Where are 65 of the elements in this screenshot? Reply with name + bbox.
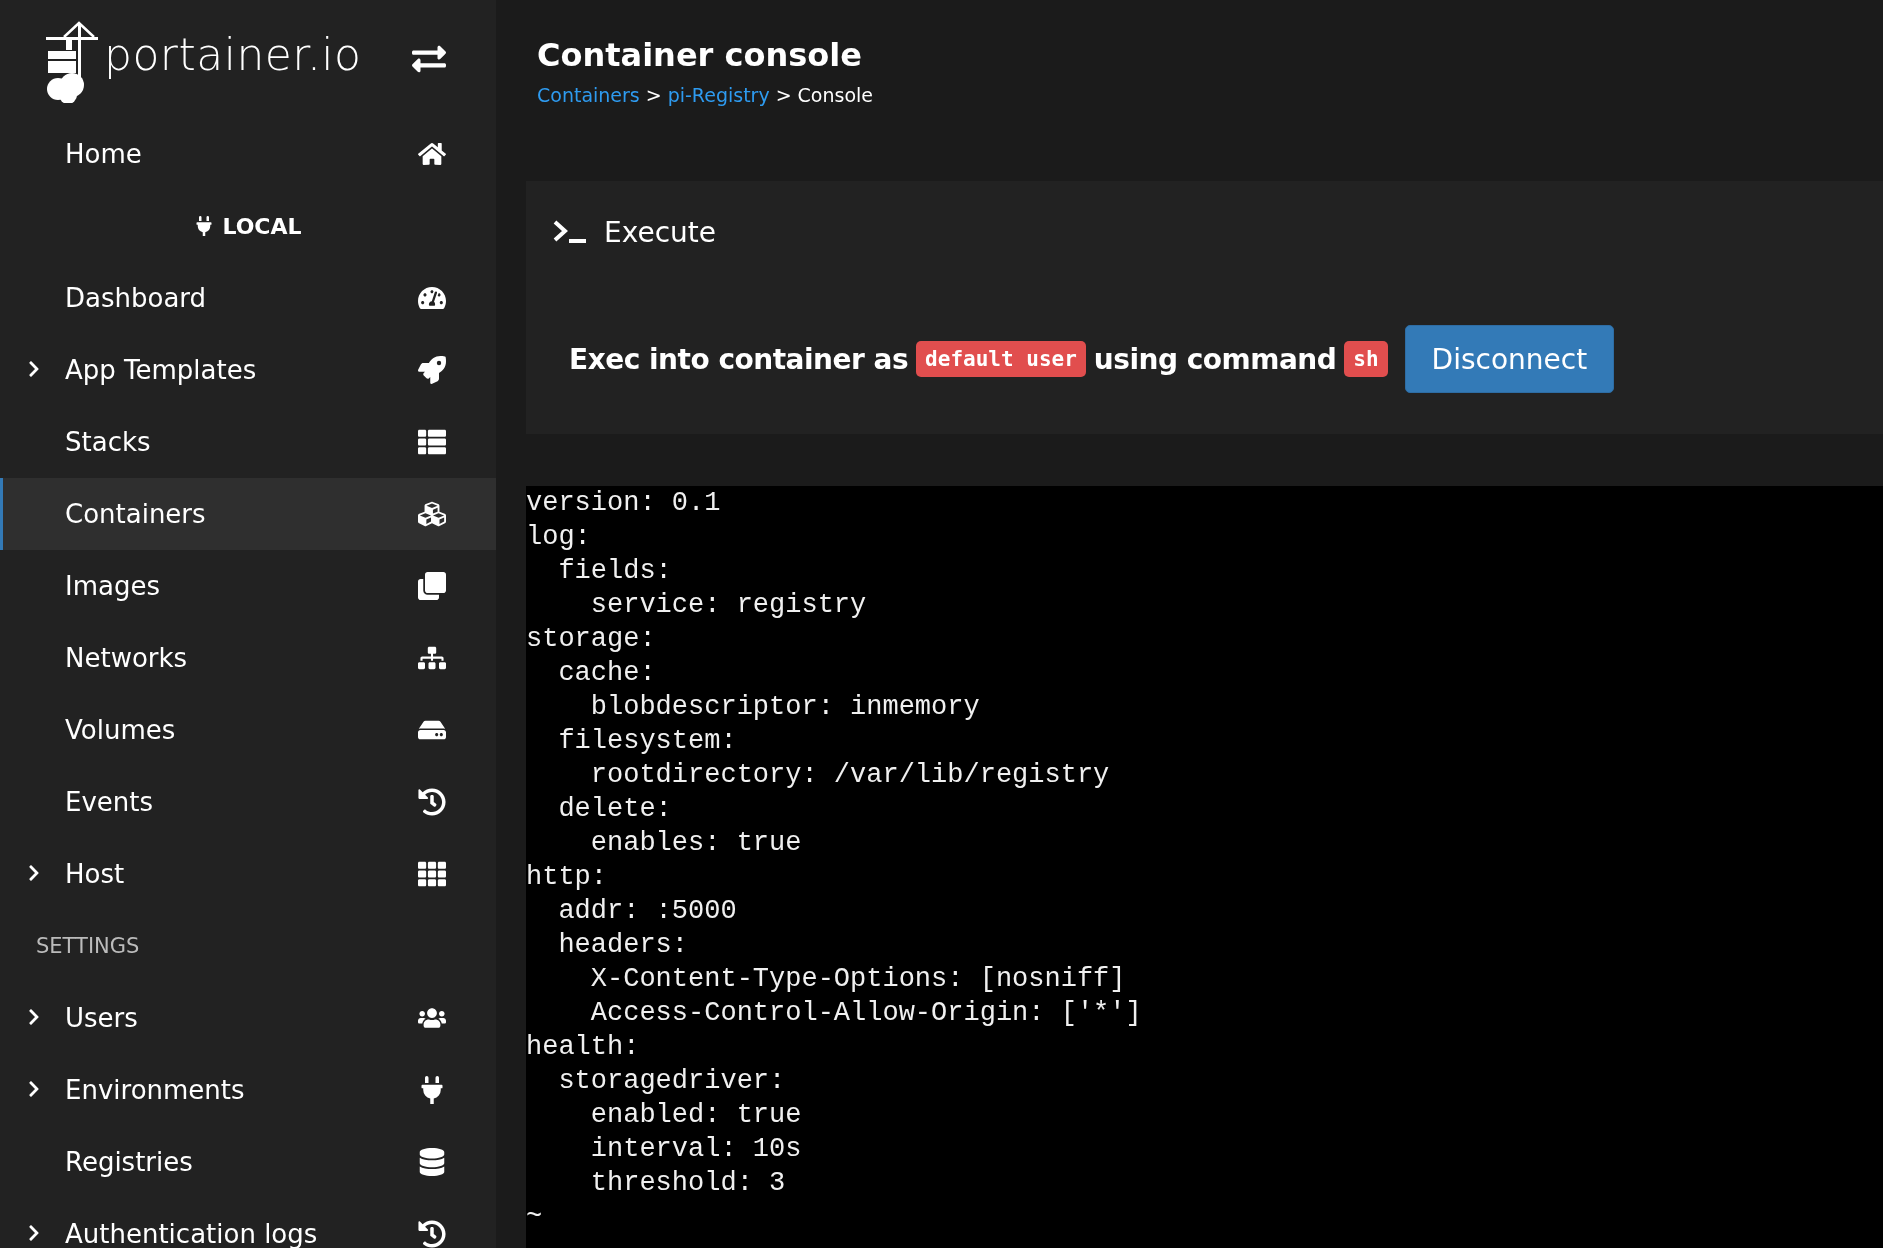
list-icon bbox=[418, 428, 446, 456]
terminal-line: fields: bbox=[557, 555, 673, 588]
sidebar-item[interactable]: Volumes bbox=[0, 694, 496, 766]
terminal-line: service: registry bbox=[589, 589, 868, 622]
terminal[interactable] bbox=[526, 486, 1883, 1248]
exec-text: using command bbox=[1093, 342, 1337, 376]
sidebar-item[interactable]: Users bbox=[0, 982, 496, 1054]
terminal-line: ~ bbox=[526, 1201, 544, 1234]
section-heading: SETTINGS bbox=[35, 933, 141, 960]
terminal-line: Access-Control-Allow-Origin: ['*'] bbox=[589, 997, 1143, 1030]
gauge-icon bbox=[418, 284, 446, 312]
user-code: default user bbox=[916, 341, 1086, 377]
logo-text: portainer.io bbox=[104, 33, 362, 77]
cubes-icon bbox=[418, 500, 446, 528]
disconnect-button[interactable]: Disconnect bbox=[1404, 325, 1615, 393]
terminal-line: log: bbox=[526, 521, 592, 554]
sidebar-item[interactable]: Events bbox=[0, 766, 496, 838]
copy-icon bbox=[418, 572, 446, 600]
history-icon bbox=[418, 1220, 446, 1248]
breadcrumb-link[interactable]: pi-Registry bbox=[667, 84, 770, 106]
sitemap-icon bbox=[418, 644, 446, 672]
breadcrumb-separator: > bbox=[775, 84, 792, 106]
rocket-icon bbox=[418, 356, 446, 384]
grid-icon bbox=[418, 860, 446, 888]
exec-text: Exec into container as bbox=[569, 342, 909, 376]
environment-label: LOCAL bbox=[222, 213, 302, 239]
terminal-line: delete: bbox=[557, 793, 673, 826]
terminal-line: http: bbox=[526, 861, 608, 894]
sidebar-item[interactable]: Registries bbox=[0, 1126, 496, 1198]
sidebar-item[interactable]: Containers bbox=[0, 478, 496, 550]
terminal-line: cache: bbox=[557, 657, 657, 690]
terminal-line: addr: :5000 bbox=[557, 895, 738, 928]
terminal-line: health: bbox=[526, 1031, 641, 1064]
sidebar-item[interactable]: Authentication logs bbox=[0, 1198, 496, 1248]
sidebar-item[interactable]: Dashboard bbox=[0, 262, 496, 334]
sidebar-item[interactable]: Environments bbox=[0, 1054, 496, 1126]
panel-title: Execute bbox=[604, 215, 716, 249]
sidebar-item[interactable]: Images bbox=[0, 550, 496, 622]
terminal-line: headers: bbox=[557, 929, 690, 962]
terminal-line: rootdirectory: /var/lib/registry bbox=[589, 759, 1111, 792]
sidebar-item[interactable]: Home bbox=[0, 118, 496, 190]
database-icon bbox=[418, 1148, 446, 1176]
page-title: Container console bbox=[537, 36, 862, 74]
breadcrumb-current: Console bbox=[797, 84, 873, 106]
sidebar-item[interactable]: App Templates bbox=[0, 334, 496, 406]
terminal-line: version: 0.1 bbox=[526, 487, 722, 520]
sidebar-item[interactable]: Networks bbox=[0, 622, 496, 694]
terminal-line: interval: 10s bbox=[589, 1133, 803, 1166]
terminal-line: storage: bbox=[526, 623, 657, 656]
terminal-line: filesystem: bbox=[557, 725, 738, 758]
terminal-line: X-Content-Type-Options: [nosniff] bbox=[589, 963, 1127, 996]
command-code: sh bbox=[1344, 341, 1388, 377]
sidebar-item[interactable]: Stacks bbox=[0, 406, 496, 478]
terminal-line: enables: true bbox=[589, 827, 803, 860]
plug-icon bbox=[194, 216, 215, 236]
breadcrumb-link[interactable]: Containers bbox=[537, 84, 640, 106]
terminal-line: threshold: 3 bbox=[589, 1167, 787, 1200]
home-icon bbox=[418, 140, 446, 168]
history-icon bbox=[418, 788, 446, 816]
terminal-line: blobdescriptor: inmemory bbox=[589, 691, 981, 724]
breadcrumb-separator: > bbox=[645, 84, 662, 106]
terminal-icon bbox=[552, 219, 588, 245]
terminal-line: enabled: true bbox=[589, 1099, 803, 1132]
terminal-line: storagedriver: bbox=[557, 1065, 787, 1098]
sidebar-item[interactable]: Host bbox=[0, 838, 496, 910]
